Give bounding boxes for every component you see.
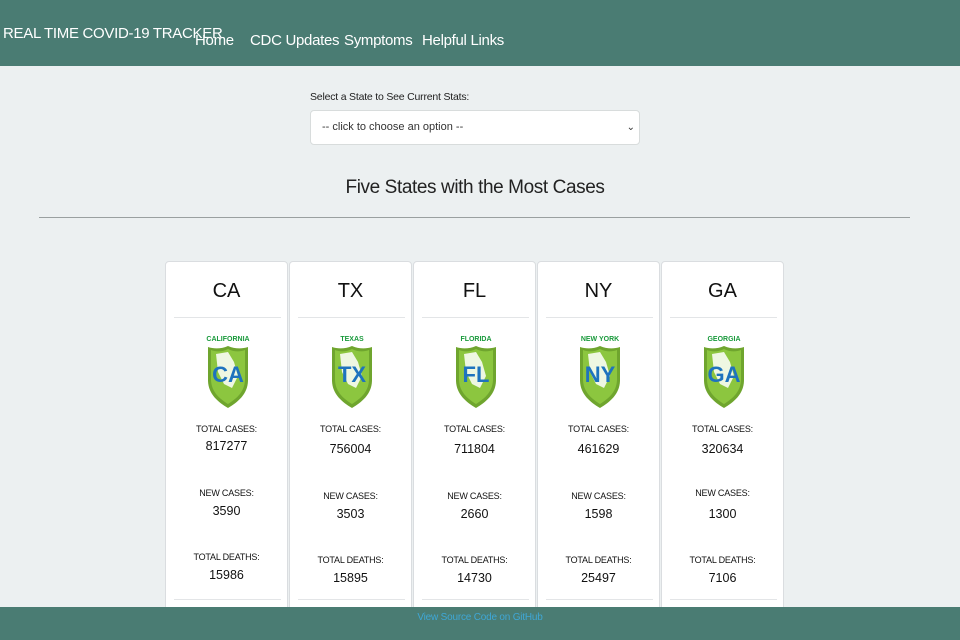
- card-divider: [670, 317, 777, 318]
- total-deaths-value: 7106: [708, 571, 737, 585]
- total-cases-value: 756004: [329, 442, 372, 456]
- new-cases-value: 1300: [708, 507, 737, 521]
- state-select-label: Select a State to See Current Stats:: [310, 91, 470, 103]
- section-divider: [39, 217, 910, 218]
- state-abbr: TX: [337, 280, 364, 302]
- state-shield-icon: NEW YORK NY: [580, 336, 620, 408]
- card-divider: [174, 317, 281, 318]
- state-card-tx[interactable]: TX TEXAS TX TOTAL CASES: 756004 NEW CASE…: [289, 261, 412, 621]
- new-cases-value: 3503: [336, 507, 365, 521]
- total-deaths-value: 25497: [581, 571, 616, 585]
- total-deaths-label: TOTAL DEATHS:: [317, 555, 384, 565]
- new-cases-label: NEW CASES:: [199, 488, 254, 498]
- state-shield-icon: GEORGIA GA: [704, 336, 744, 408]
- state-badge-abbr: TX: [338, 362, 366, 387]
- card-divider: [298, 317, 405, 318]
- state-select-value: -- click to choose an option --: [322, 121, 464, 133]
- nav-cdc-updates[interactable]: CDC Updates: [250, 32, 340, 49]
- total-cases-value: 711804: [454, 442, 495, 456]
- scrollbar-track[interactable]: [952, 66, 960, 607]
- new-cases-label: NEW CASES:: [323, 491, 378, 501]
- total-cases-value: 817277: [205, 439, 248, 453]
- state-shield-icon: FLORIDA FL: [456, 336, 496, 408]
- total-cases-label: TOTAL CASES:: [692, 424, 753, 434]
- total-cases-label: TOTAL CASES:: [320, 424, 381, 434]
- state-badge-abbr: FL: [463, 362, 490, 387]
- state-abbr: GA: [708, 280, 737, 302]
- state-badge-abbr: GA: [708, 362, 741, 387]
- new-cases-value: 3590: [212, 504, 241, 518]
- total-deaths-label: TOTAL DEATHS:: [193, 552, 260, 562]
- total-cases-value: 320634: [701, 442, 744, 456]
- new-cases-label: NEW CASES:: [571, 491, 626, 501]
- card-divider: [422, 317, 529, 318]
- state-shield-icon: TEXAS TX: [332, 336, 372, 408]
- new-cases-value: 1598: [584, 507, 613, 521]
- total-deaths-label: TOTAL DEATHS:: [689, 555, 756, 565]
- state-badge-abbr: CA: [212, 362, 244, 387]
- state-badge-abbr: NY: [585, 362, 616, 387]
- total-cases-value: 461629: [577, 442, 620, 456]
- state-card-ny[interactable]: NY NEW YORK NY TOTAL CASES: 461629 NEW C…: [537, 261, 660, 621]
- state-card-ga[interactable]: GA GEORGIA GA TOTAL CASES: 320634 NEW CA…: [661, 261, 784, 621]
- state-badge-name: NEW YORK: [581, 336, 619, 343]
- card-divider: [670, 599, 777, 600]
- section-title: Five States with the Most Cases: [345, 177, 605, 198]
- footer: View Source Code on GitHub: [0, 607, 960, 640]
- chevron-down-icon: ⌄: [626, 122, 635, 133]
- nav-home[interactable]: Home: [195, 32, 234, 49]
- card-divider: [546, 599, 653, 600]
- card-divider: [298, 599, 405, 600]
- state-card-fl[interactable]: FL FLORIDA FL TOTAL CASES: 711804 NEW CA…: [413, 261, 536, 621]
- brand-title[interactable]: REAL TIME COVID-19 TRACKER: [3, 25, 223, 42]
- nav-helpful-links[interactable]: Helpful Links: [422, 32, 504, 49]
- new-cases-value: 2660: [460, 507, 489, 521]
- state-badge-name: FLORIDA: [460, 336, 491, 343]
- total-cases-label: TOTAL CASES:: [196, 424, 257, 434]
- state-shield-icon: CALIFORNIA CA: [206, 336, 250, 408]
- card-divider: [546, 317, 653, 318]
- card-divider: [174, 599, 281, 600]
- total-deaths-value: 14730: [457, 571, 492, 585]
- nav-symptoms[interactable]: Symptoms: [344, 32, 413, 49]
- state-badge-name: TEXAS: [340, 336, 364, 343]
- total-cases-label: TOTAL CASES:: [444, 424, 505, 434]
- state-select[interactable]: -- click to choose an option -- ⌄: [310, 110, 640, 145]
- total-deaths-value: 15895: [333, 571, 368, 585]
- state-badge-name: CALIFORNIA: [206, 336, 249, 343]
- state-abbr: FL: [462, 280, 487, 302]
- state-badge-name: GEORGIA: [707, 336, 740, 343]
- card-divider: [422, 599, 529, 600]
- total-cases-label: TOTAL CASES:: [568, 424, 629, 434]
- new-cases-label: NEW CASES:: [447, 491, 502, 501]
- new-cases-label: NEW CASES:: [695, 488, 750, 498]
- github-source-link[interactable]: View Source Code on GitHub: [417, 612, 542, 623]
- state-abbr: CA: [212, 280, 241, 302]
- total-deaths-label: TOTAL DEATHS:: [441, 555, 508, 565]
- state-card-ca[interactable]: CA CALIFORNIA CA TOTAL CASES: 817277 NEW…: [165, 261, 288, 621]
- total-deaths-value: 15986: [209, 568, 244, 582]
- total-deaths-label: TOTAL DEATHS:: [565, 555, 632, 565]
- navbar: REAL TIME COVID-19 TRACKER Home CDC Upda…: [0, 0, 960, 66]
- state-abbr: NY: [584, 280, 613, 302]
